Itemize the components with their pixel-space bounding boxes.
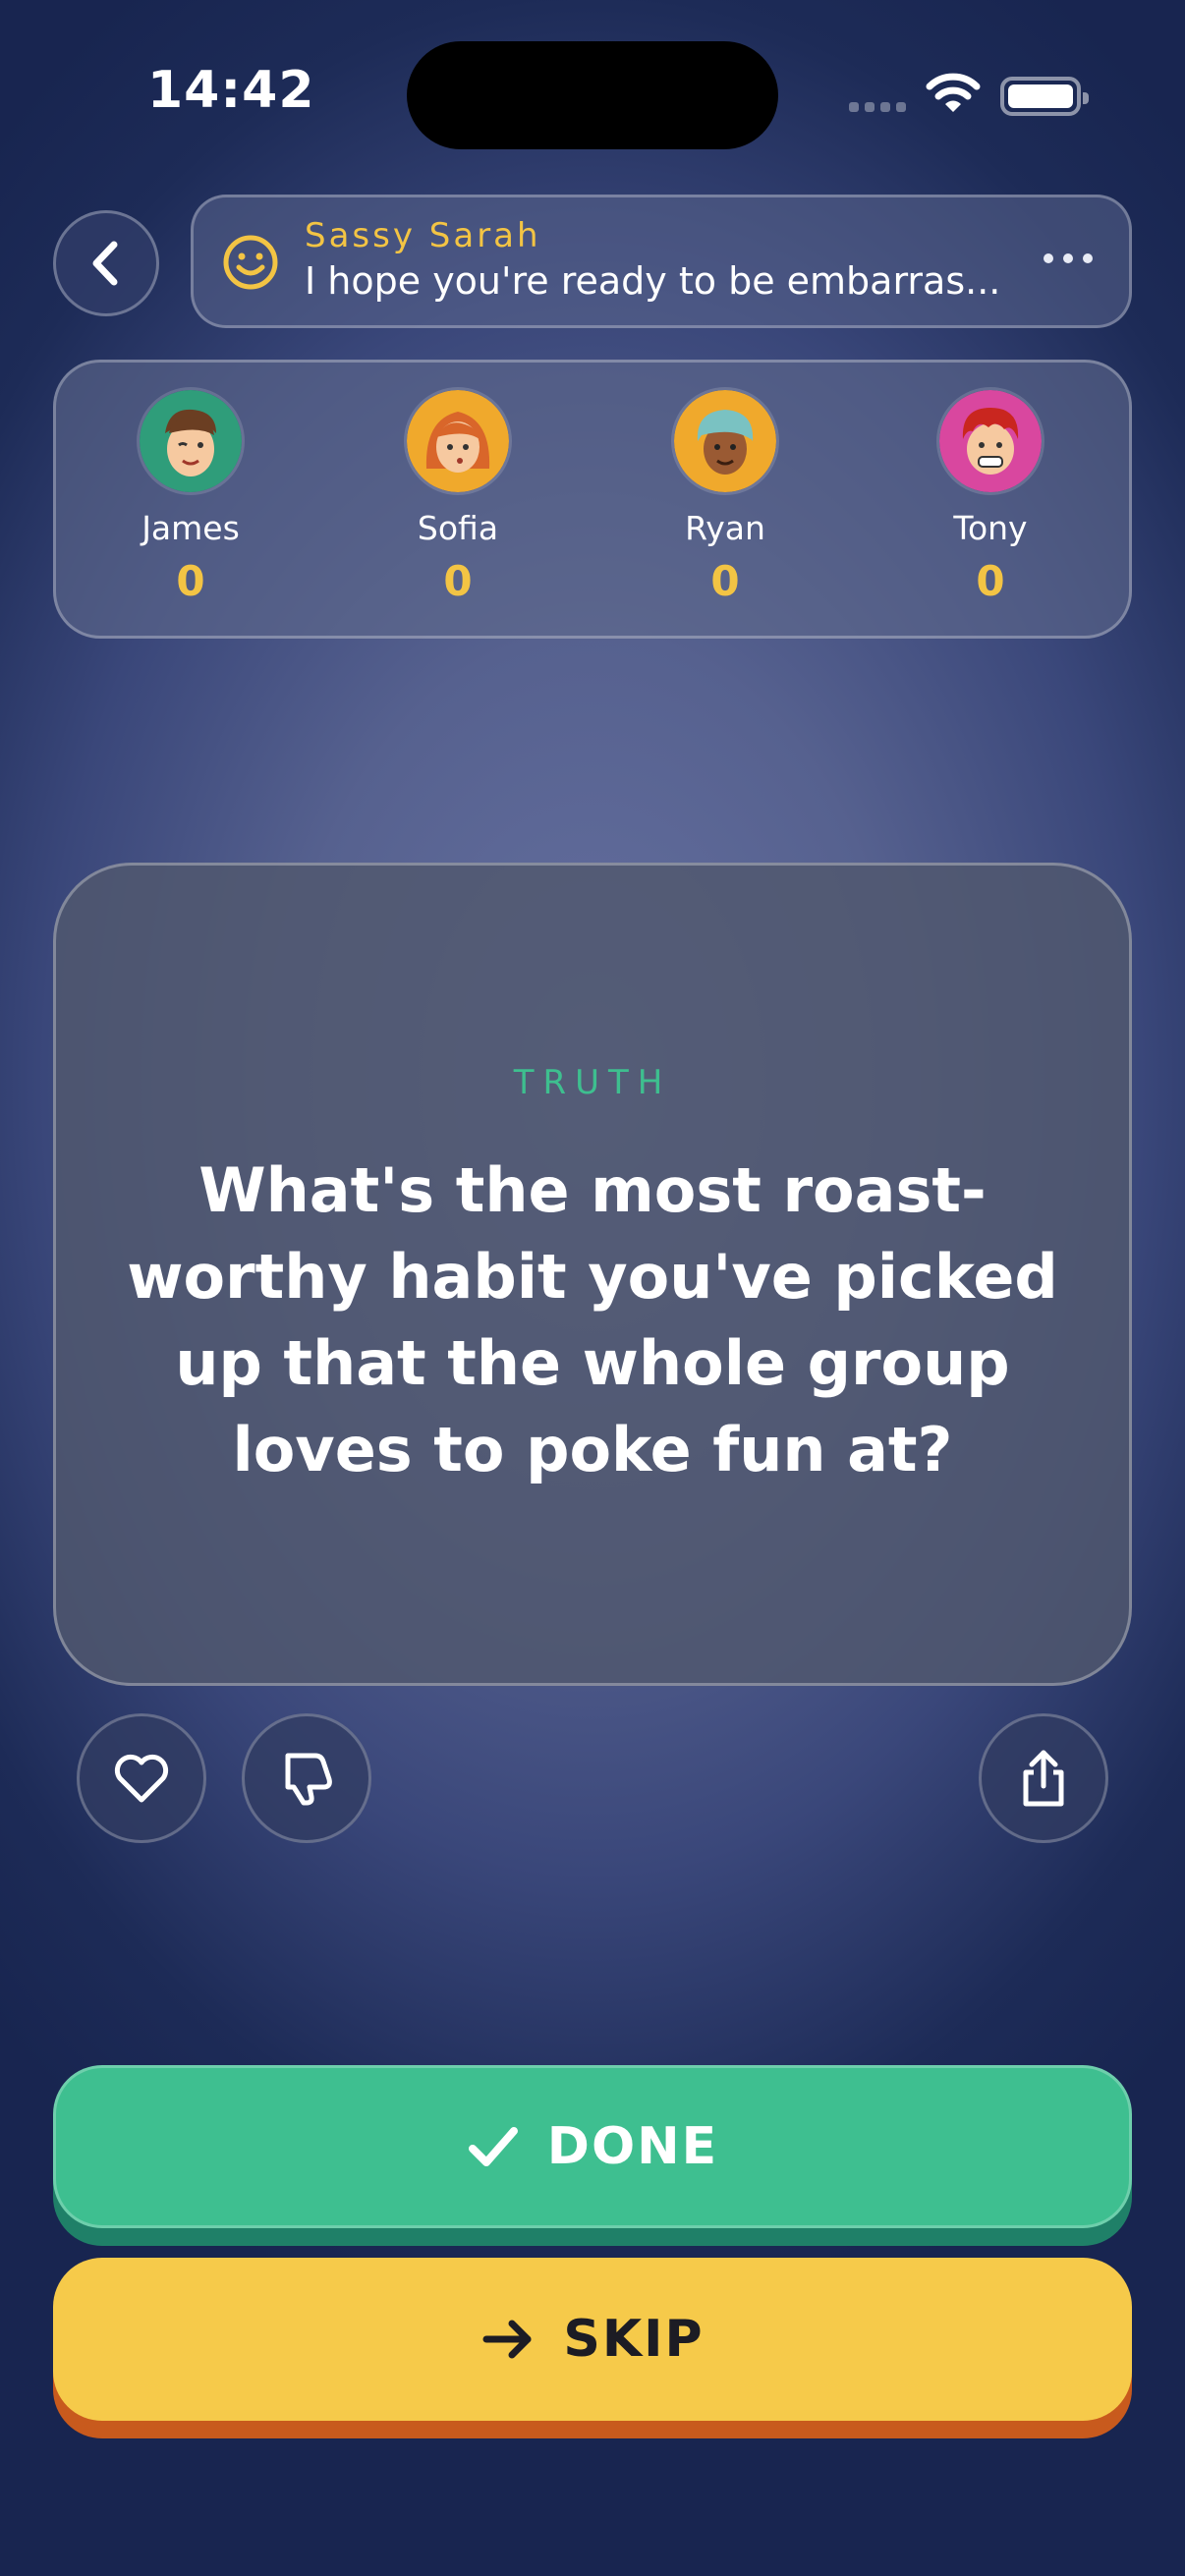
player-name: Tony: [953, 509, 1028, 547]
avatar: [936, 387, 1044, 495]
player-sofia: Sofia 0: [369, 387, 546, 605]
wifi-icon: [926, 73, 981, 116]
heart-icon: [114, 1754, 169, 1803]
skip-button[interactable]: SKIP: [53, 2258, 1132, 2421]
skip-label: SKIP: [563, 2310, 705, 2369]
player-score: 0: [176, 557, 205, 605]
avatar: [404, 387, 512, 495]
player-name: James: [141, 509, 240, 547]
like-button[interactable]: [77, 1713, 206, 1843]
player-james: James 0: [102, 387, 279, 605]
host-name: Sassy Sarah: [305, 216, 541, 255]
dynamic-island: [407, 41, 778, 149]
question-text: What's the most roast-worthy habit you'v…: [127, 1154, 1058, 1485]
cellular-signal-icon: [849, 102, 908, 116]
avatar: [671, 387, 779, 495]
share-button[interactable]: [979, 1713, 1108, 1843]
avatar: [137, 387, 245, 495]
more-options-icon[interactable]: [1044, 253, 1093, 267]
back-button[interactable]: [53, 210, 159, 316]
dislike-button[interactable]: [242, 1713, 371, 1843]
host-message: I hope you're ready to be embarras...: [305, 259, 1001, 303]
player-name: Ryan: [685, 509, 765, 547]
player-name: Sofia: [417, 509, 499, 547]
player-ryan: Ryan 0: [637, 387, 814, 605]
done-label: DONE: [546, 2117, 719, 2176]
chevron-left-icon: [92, 241, 118, 286]
player-score: 0: [710, 557, 740, 605]
player-score: 0: [443, 557, 473, 605]
done-button[interactable]: DONE: [53, 2065, 1132, 2228]
share-icon: [1023, 1750, 1064, 1807]
battery-icon: [1000, 77, 1089, 116]
thumbs-down-icon: [285, 1753, 332, 1806]
player-score: 0: [976, 557, 1005, 605]
checkmark-icon: [468, 2127, 518, 2166]
status-time: 14:42: [147, 61, 315, 120]
smiley-icon: [222, 234, 279, 291]
player-tony: Tony 0: [902, 387, 1079, 605]
arrow-right-icon: [482, 2320, 532, 2359]
card-type-label: TRUTH: [513, 1063, 672, 1102]
